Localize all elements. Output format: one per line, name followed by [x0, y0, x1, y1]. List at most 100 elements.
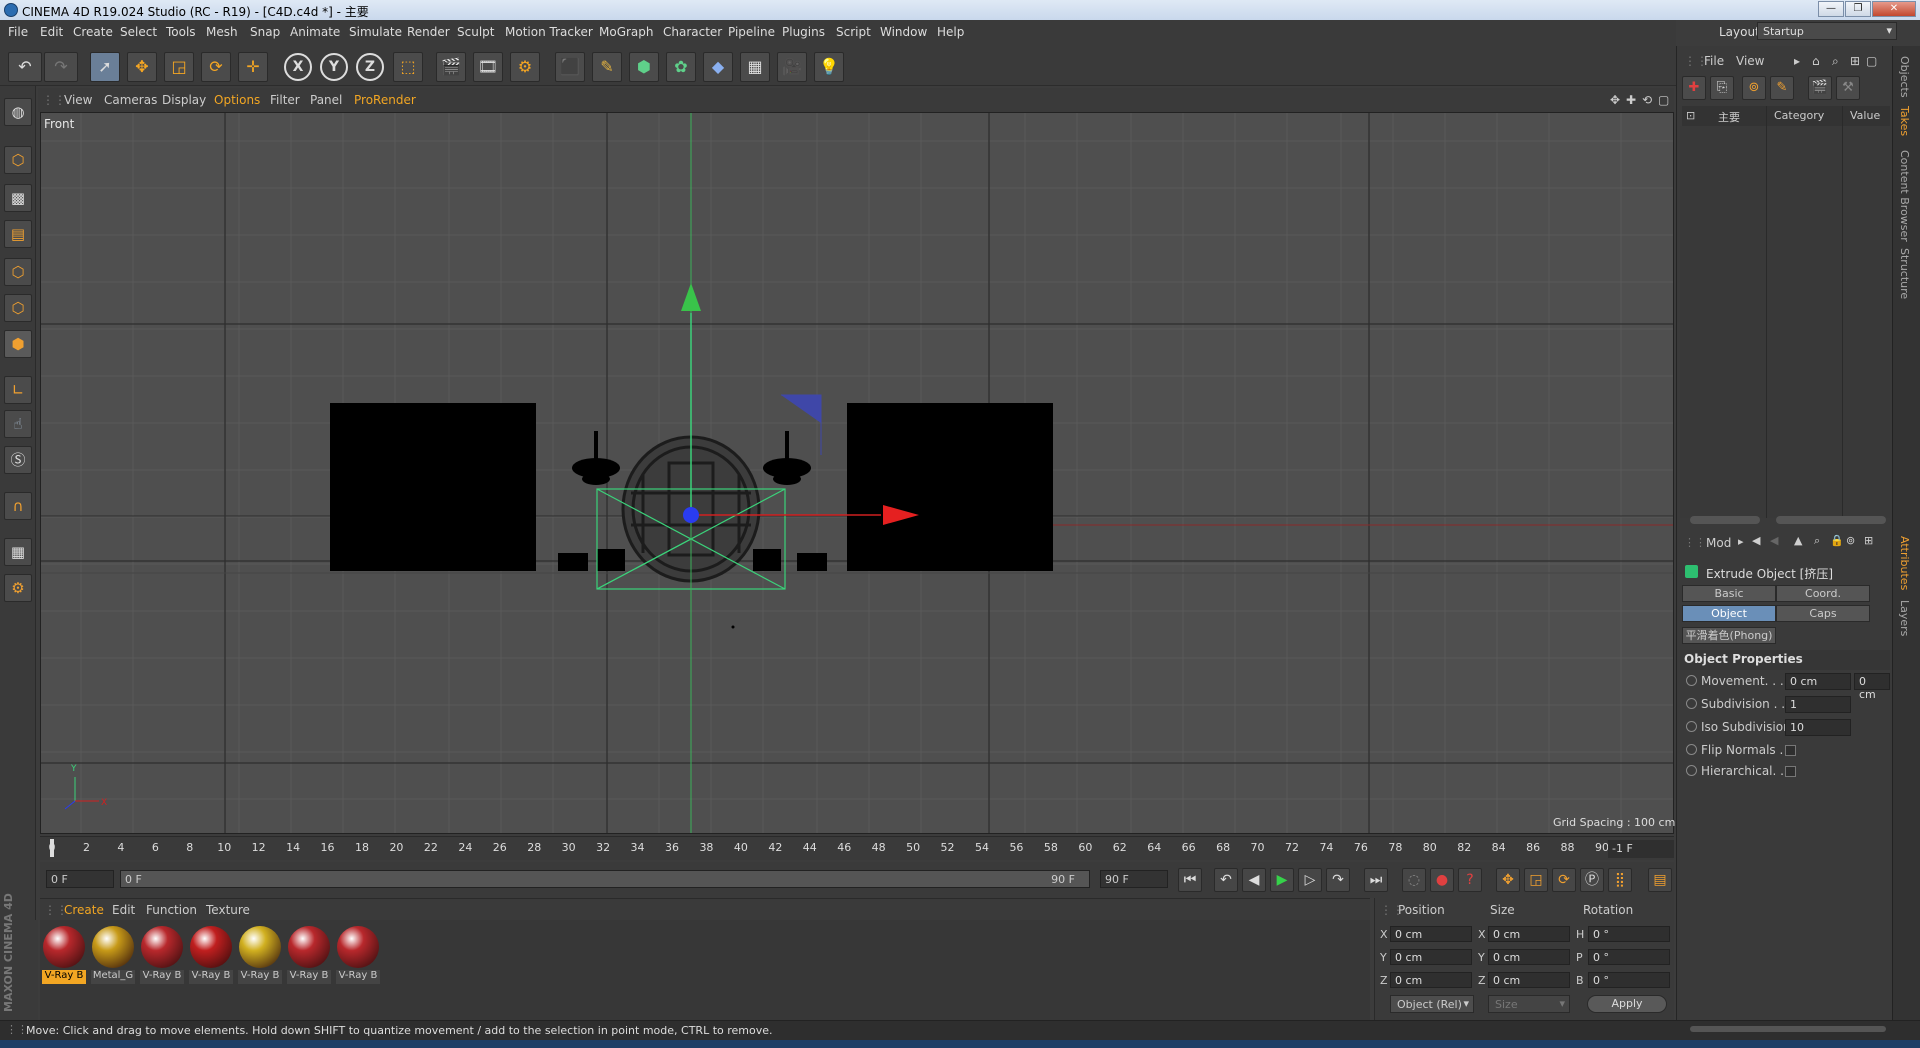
up-arrow-icon[interactable]: ▲: [1794, 534, 1802, 547]
rotation-field[interactable]: 0 °: [1588, 926, 1670, 942]
tweak-mode-icon[interactable]: ☝: [4, 410, 32, 438]
timeline-end-field[interactable]: -1 F: [1608, 840, 1674, 858]
menu-pipeline[interactable]: Pipeline: [728, 25, 775, 39]
subdivision-field[interactable]: 1: [1785, 696, 1851, 713]
record-active-icon[interactable]: ●: [1430, 868, 1454, 892]
material-swatch[interactable]: V-Ray B: [336, 926, 380, 986]
edges-mode-icon[interactable]: ⬡: [4, 294, 32, 322]
size-field[interactable]: 0 cm: [1488, 949, 1570, 965]
movement-field[interactable]: 0 cm: [1785, 673, 1851, 690]
cloner-icon[interactable]: ✿: [666, 52, 696, 82]
menu-animate[interactable]: Animate: [290, 25, 340, 39]
viewport-menu-prorender[interactable]: ProRender: [354, 93, 416, 107]
hierarchical-checkbox[interactable]: [1785, 766, 1796, 777]
key-scale-icon[interactable]: ◲: [1524, 868, 1548, 892]
workplane-mode-icon[interactable]: ▤: [4, 220, 32, 248]
animate-radio-icon[interactable]: [1686, 675, 1697, 686]
points-mode-icon[interactable]: ⬡: [4, 258, 32, 286]
menu-select[interactable]: Select: [120, 25, 157, 39]
axis-mode-icon[interactable]: ∟: [4, 376, 32, 404]
material-swatch[interactable]: V-Ray B: [189, 926, 233, 986]
viewport-menu-filter[interactable]: Filter: [270, 93, 300, 107]
current-frame-field[interactable]: 0 F: [46, 870, 114, 888]
viewport-menu-options[interactable]: Options: [214, 93, 260, 107]
material-swatch[interactable]: V-Ray B: [42, 926, 86, 986]
maximize-button[interactable]: ❐: [1845, 1, 1871, 17]
viewport-menu-cameras[interactable]: Cameras: [104, 93, 157, 107]
move-tool-icon[interactable]: ✥: [127, 52, 157, 82]
viewport-nav-zoom-icon[interactable]: ✚: [1626, 93, 1636, 107]
key-pla-icon[interactable]: ⣿: [1608, 868, 1632, 892]
menu-sculpt[interactable]: Sculpt: [457, 25, 494, 39]
menu-mograph[interactable]: MoGraph: [599, 25, 654, 39]
viewport-maximize-icon[interactable]: ▢: [1658, 93, 1669, 107]
close-button[interactable]: ✕: [1872, 1, 1916, 17]
menu-edit[interactable]: Edit: [40, 25, 63, 39]
menu-script[interactable]: Script: [836, 25, 871, 39]
minimize-button[interactable]: —: [1818, 1, 1844, 17]
next-key-icon[interactable]: ↷: [1326, 868, 1350, 892]
takes-auto-icon[interactable]: ✎: [1770, 76, 1794, 100]
animate-radio-icon[interactable]: [1686, 721, 1697, 732]
viewport-menu-panel[interactable]: Panel: [310, 93, 342, 107]
back-arrow-icon[interactable]: ◀: [1752, 534, 1760, 547]
workplane-lock-icon[interactable]: ▦: [4, 538, 32, 566]
z-axis-lock-button[interactable]: Z: [356, 53, 384, 81]
x-axis-lock-button[interactable]: X: [284, 53, 312, 81]
position-field[interactable]: 0 cm: [1390, 972, 1472, 988]
previous-frame-icon[interactable]: ◀: [1242, 868, 1266, 892]
playhead[interactable]: [50, 839, 54, 857]
viewport-nav-move-icon[interactable]: ✥: [1610, 93, 1620, 107]
subdivision-surface-icon[interactable]: ⬢: [629, 52, 659, 82]
material-menu-texture[interactable]: Texture: [206, 903, 250, 917]
menu-help[interactable]: Help: [937, 25, 964, 39]
material-swatch[interactable]: V-Ray B: [287, 926, 331, 986]
rotation-field[interactable]: 0 °: [1588, 972, 1670, 988]
takes-override-icon[interactable]: ⊚: [1742, 76, 1766, 100]
menu-create[interactable]: Create: [73, 25, 113, 39]
position-field[interactable]: 0 cm: [1390, 949, 1472, 965]
viewport-menu-display[interactable]: Display: [162, 93, 206, 107]
attributes-lock-icon[interactable]: 🔒: [1830, 534, 1844, 547]
menu-plugins[interactable]: Plugins: [782, 25, 825, 39]
menu-character[interactable]: Character: [663, 25, 722, 39]
render-view-icon[interactable]: 🎬: [436, 52, 466, 82]
play-icon[interactable]: ▶: [1270, 868, 1294, 892]
attributes-window-icon[interactable]: ⊞: [1864, 534, 1873, 547]
material-swatch[interactable]: V-Ray B: [140, 926, 184, 986]
camera-icon[interactable]: 🎥: [777, 52, 807, 82]
coordinate-system-icon[interactable]: ⬚: [393, 52, 423, 82]
tab-caps[interactable]: Caps: [1776, 605, 1870, 622]
size-field[interactable]: 0 cm: [1488, 972, 1570, 988]
light-icon[interactable]: 💡: [814, 52, 844, 82]
objects-menu-file[interactable]: File: [1704, 54, 1724, 68]
y-axis-lock-button[interactable]: Y: [320, 53, 348, 81]
attributes-more-icon[interactable]: ▸: [1738, 535, 1744, 548]
takes-lock-icon[interactable]: ⚒: [1836, 76, 1860, 100]
make-editable-icon[interactable]: ◍: [4, 98, 32, 126]
size-field[interactable]: 0 cm: [1488, 926, 1570, 942]
side-tab-objects[interactable]: Objects: [1898, 56, 1911, 98]
key-position-icon[interactable]: ✥: [1496, 868, 1520, 892]
viewport-nav-rotate-icon[interactable]: ⟲: [1642, 93, 1652, 107]
menu-file[interactable]: File: [8, 25, 28, 39]
material-menu-create[interactable]: Create: [64, 903, 104, 917]
render-picture-viewer-icon[interactable]: 🎞: [473, 52, 503, 82]
key-rotation-icon[interactable]: ⟳: [1552, 868, 1576, 892]
key-parameter-icon[interactable]: Ⓟ: [1580, 868, 1604, 892]
objects-menu-more-icon[interactable]: ▸: [1794, 54, 1800, 68]
movement-field-2[interactable]: 0 cm: [1854, 673, 1890, 701]
auto-keying-icon[interactable]: ?: [1458, 868, 1482, 892]
max-frame-field[interactable]: 90 F: [1100, 870, 1168, 888]
coord-size-mode-select[interactable]: Size ▾: [1488, 995, 1570, 1013]
horizontal-scrollbar[interactable]: [1690, 516, 1760, 524]
pen-spline-icon[interactable]: ✎: [592, 52, 622, 82]
menu-render[interactable]: Render: [407, 25, 450, 39]
record-position-icon[interactable]: ◌: [1402, 868, 1426, 892]
animate-radio-icon[interactable]: [1686, 765, 1697, 776]
attributes-search-icon[interactable]: ⌕: [1814, 534, 1820, 548]
iso-subdivision-field[interactable]: 10: [1785, 719, 1851, 736]
material-swatch[interactable]: V-Ray B: [238, 926, 282, 986]
animate-radio-icon[interactable]: [1686, 744, 1697, 755]
go-to-start-icon[interactable]: ⏮: [1178, 868, 1202, 892]
